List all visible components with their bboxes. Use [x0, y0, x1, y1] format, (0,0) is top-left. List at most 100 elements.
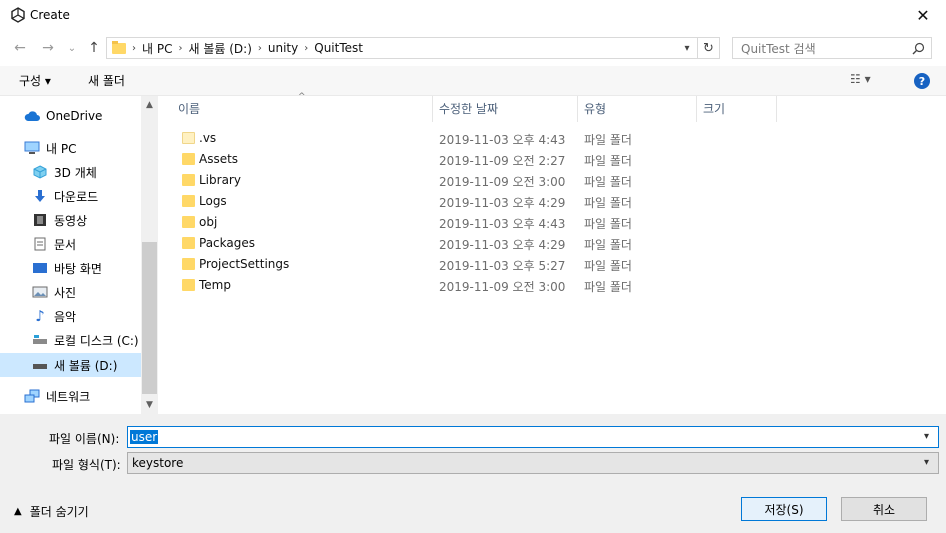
file-row[interactable]: obj 2019-11-03 오후 4:43 파일 폴더	[170, 212, 770, 233]
folder-icon	[182, 195, 195, 207]
filename-value[interactable]: user	[130, 430, 159, 444]
address-bar[interactable]: › 내 PC › 새 볼륨 (D:) › unity › QuitTest	[106, 37, 698, 59]
sidebar-item-downloads[interactable]: 다운로드	[32, 185, 98, 207]
chevron-down-icon[interactable]: ▼	[141, 398, 158, 412]
sidebar-item-label: 3D 개체	[54, 165, 97, 180]
search-icon[interactable]	[910, 40, 926, 56]
folder-icon	[182, 174, 195, 186]
file-date: 2019-11-09 오전 3:00	[439, 175, 566, 189]
file-row[interactable]: Assets 2019-11-09 오전 2:27 파일 폴더	[170, 149, 770, 170]
chevron-down-icon[interactable]: ▾	[924, 457, 929, 468]
column-divider[interactable]	[577, 96, 578, 122]
breadcrumb-item[interactable]: unity	[268, 41, 298, 55]
sidebar-item-new-volume-d[interactable]: 새 볼륨 (D:)	[32, 354, 117, 376]
sidebar-item-documents[interactable]: 문서	[32, 233, 76, 255]
file-date: 2019-11-03 오후 4:29	[439, 196, 566, 210]
sidebar-item-label: 네트워크	[46, 389, 91, 404]
file-date: 2019-11-03 오후 4:43	[439, 217, 566, 231]
folder-icon	[182, 216, 195, 228]
file-date: 2019-11-09 오전 3:00	[439, 280, 566, 294]
file-row[interactable]: Library 2019-11-09 오전 3:00 파일 폴더	[170, 170, 770, 191]
file-type: 파일 폴더	[584, 196, 632, 210]
sidebar-item-label: 사진	[54, 285, 77, 300]
file-date: 2019-11-09 오전 2:27	[439, 154, 566, 168]
sidebar-item-videos[interactable]: 동영상	[32, 209, 87, 231]
sidebar-item-onedrive[interactable]: OneDrive	[24, 105, 102, 127]
file-type: 파일 폴더	[584, 217, 632, 231]
filetype-select[interactable]: keystore	[127, 452, 939, 474]
save-button[interactable]: 저장(S)	[741, 497, 827, 521]
sidebar-item-label: 음악	[54, 309, 77, 324]
column-header-type[interactable]: 유형	[584, 100, 606, 117]
chevron-up-icon[interactable]: ▲	[141, 98, 158, 112]
forward-arrow-icon[interactable]: →	[38, 38, 58, 58]
file-row[interactable]: Packages 2019-11-03 오후 4:29 파일 폴더	[170, 233, 770, 254]
chevron-right-icon: ›	[257, 42, 262, 54]
column-divider[interactable]	[432, 96, 433, 122]
back-arrow-icon[interactable]: ←	[10, 38, 30, 58]
column-header-name[interactable]: 이름	[178, 100, 200, 117]
file-row[interactable]: .vs 2019-11-03 오후 4:43 파일 폴더	[170, 128, 770, 149]
file-row[interactable]: Logs 2019-11-03 오후 4:29 파일 폴더	[170, 191, 770, 212]
refresh-button[interactable]: ↻	[698, 37, 720, 59]
sidebar-item-pictures[interactable]: 사진	[32, 281, 76, 303]
chevron-down-icon[interactable]: ▾	[680, 41, 694, 55]
sidebar-item-local-disk-c[interactable]: 로컬 디스크 (C:)	[32, 329, 139, 351]
command-bar	[0, 66, 946, 96]
filename-input[interactable]: user	[127, 426, 939, 448]
hide-folders-button[interactable]: ▲ 폴더 숨기기	[14, 503, 89, 520]
breadcrumb-item[interactable]: 내 PC	[142, 40, 172, 57]
file-name: Library	[199, 173, 241, 187]
desktop-icon	[32, 260, 48, 276]
drive-icon	[32, 332, 48, 348]
title-bar	[0, 0, 946, 31]
sidebar-item-label: 다운로드	[54, 189, 99, 204]
recent-locations-icon[interactable]: ⌄	[62, 38, 82, 58]
unity-logo-icon	[10, 7, 26, 23]
file-type: 파일 폴더	[584, 259, 632, 273]
up-arrow-icon[interactable]: ↑	[84, 38, 104, 58]
chevron-right-icon: ›	[132, 42, 136, 54]
chevron-up-icon: ▲	[14, 506, 22, 517]
new-folder-button[interactable]: 새 폴더	[88, 72, 125, 89]
sidebar-item-3d-objects[interactable]: 3D 개체	[32, 161, 97, 183]
close-button[interactable]: ✕	[900, 0, 946, 31]
sidebar-item-label: 내 PC	[46, 141, 77, 156]
window-title: Create	[30, 8, 70, 22]
file-name: Temp	[199, 278, 231, 292]
column-divider[interactable]	[696, 96, 697, 122]
breadcrumb-item[interactable]: QuitTest	[314, 41, 363, 55]
organize-button[interactable]: 구성 ▾	[19, 72, 51, 89]
sidebar-item-label: 문서	[54, 237, 77, 252]
sidebar-item-network[interactable]: 네트워크	[24, 385, 90, 407]
view-options-button[interactable]: ☷ ▾	[850, 72, 871, 86]
sidebar-item-desktop[interactable]: 바탕 화면	[32, 257, 102, 279]
file-row[interactable]: ProjectSettings 2019-11-03 오후 5:27 파일 폴더	[170, 254, 770, 275]
help-icon[interactable]: ?	[914, 73, 930, 89]
cancel-button[interactable]: 취소	[841, 497, 927, 521]
cube-icon	[32, 164, 48, 180]
file-date: 2019-11-03 오후 4:29	[439, 238, 566, 252]
picture-icon	[32, 284, 48, 300]
sidebar-item-music[interactable]: ♪ 음악	[32, 305, 76, 327]
chevron-down-icon[interactable]: ▾	[924, 431, 929, 442]
sidebar-item-this-pc[interactable]: 내 PC	[24, 137, 76, 159]
file-type: 파일 폴더	[584, 238, 632, 252]
column-header-date[interactable]: 수정한 날짜	[439, 100, 498, 117]
file-row[interactable]: Temp 2019-11-09 오전 3:00 파일 폴더	[170, 275, 770, 296]
music-icon: ♪	[35, 307, 45, 325]
folder-icon	[182, 258, 195, 270]
column-header-size[interactable]: 크기	[703, 100, 725, 117]
file-type: 파일 폴더	[584, 154, 632, 168]
sidebar-item-label: 동영상	[54, 213, 88, 228]
network-icon	[24, 388, 40, 404]
filetype-label: 파일 형식(T):	[52, 458, 121, 472]
search-input[interactable]: QuitTest 검색	[732, 37, 932, 59]
column-divider[interactable]	[776, 96, 777, 122]
document-icon	[32, 236, 48, 252]
folder-icon	[182, 153, 195, 165]
sidebar-item-label: 로컬 디스크 (C:)	[54, 333, 139, 348]
folder-icon	[182, 132, 195, 144]
scrollbar-thumb[interactable]	[142, 242, 157, 394]
breadcrumb-item[interactable]: 새 볼륨 (D:)	[188, 40, 251, 57]
